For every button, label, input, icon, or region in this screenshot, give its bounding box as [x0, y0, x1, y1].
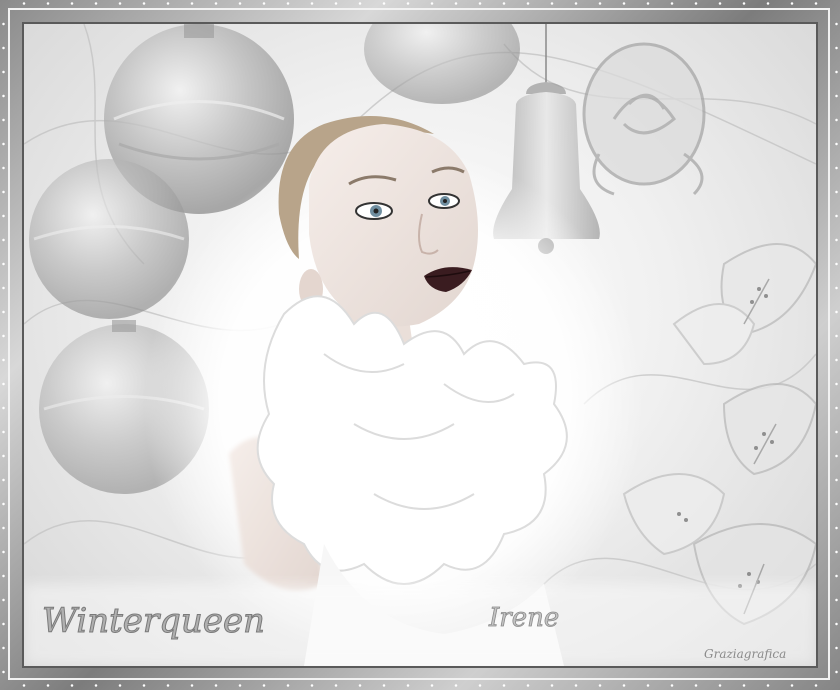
christmas-ornament-icon	[29, 159, 189, 319]
credit-signature: Graziagrafica	[704, 647, 786, 661]
title-script: Winterqueen	[42, 601, 265, 641]
frame-dots-top	[12, 2, 828, 5]
name-script: Irene	[488, 603, 559, 633]
rose-icon	[582, 42, 706, 196]
silver-frame: Winterqueen Irene Graziagrafica	[0, 0, 840, 690]
christmas-ornament-icon	[364, 24, 520, 104]
frame-dots-right	[835, 12, 838, 678]
artwork-svg: Winterqueen Irene Graziagrafica	[24, 24, 816, 666]
frame-dots-bottom	[12, 684, 828, 687]
artwork-canvas: Winterqueen Irene Graziagrafica	[22, 22, 818, 668]
frame-dots-left	[2, 12, 5, 678]
